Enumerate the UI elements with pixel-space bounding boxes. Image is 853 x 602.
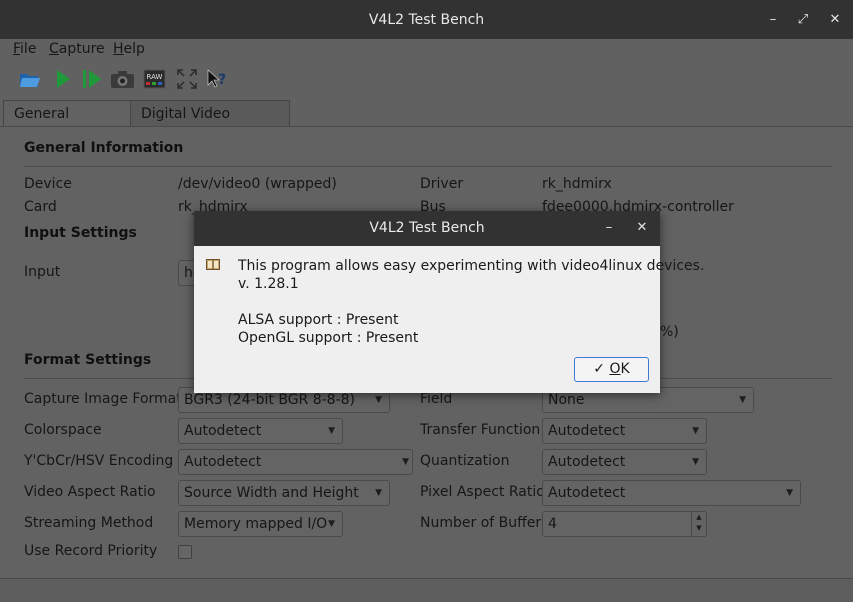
divider bbox=[24, 166, 832, 167]
toolbar: RAW ? bbox=[0, 62, 853, 96]
transfer-function-combo[interactable]: Autodetect ▼ bbox=[542, 418, 707, 444]
general-info-header: General Information bbox=[24, 140, 184, 156]
menu-capture[interactable]: Capture bbox=[49, 41, 105, 57]
chevron-down-icon: ▼ bbox=[328, 519, 335, 529]
chevron-down-icon: ▼ bbox=[692, 457, 699, 467]
record-priority-checkbox[interactable] bbox=[178, 545, 192, 559]
streaming-method-label: Streaming Method bbox=[24, 515, 154, 531]
chevron-down-icon: ▼ bbox=[375, 488, 382, 498]
tab-digital-video-controls[interactable]: Digital Video Controls bbox=[130, 100, 290, 148]
device-value: /dev/video0 (wrapped) bbox=[178, 176, 337, 192]
colorspace-label: Colorspace bbox=[24, 422, 102, 438]
about-dialog: V4L2 Test Bench – ✕ This program allows … bbox=[194, 211, 704, 393]
ok-button[interactable]: ✓ OK bbox=[574, 357, 649, 382]
pixel-aspect-label: Pixel Aspect Ratio bbox=[420, 484, 545, 500]
pixel-aspect-combo[interactable]: Autodetect ▼ bbox=[542, 480, 801, 506]
tab-general-settings[interactable]: General Settings bbox=[3, 100, 131, 148]
driver-value: rk_hdmirx bbox=[542, 176, 612, 192]
dialog-close-button[interactable]: ✕ bbox=[631, 218, 653, 238]
field-label: Field bbox=[420, 391, 453, 407]
streaming-method-combo[interactable]: Memory mapped I/O ▼ bbox=[178, 511, 343, 537]
chevron-down-icon: ▼ bbox=[692, 426, 699, 436]
dialog-alsa-support: ALSA support : Present bbox=[238, 312, 399, 328]
format-settings-header: Format Settings bbox=[24, 352, 152, 368]
menu-bar: File Capture Help bbox=[0, 39, 853, 62]
chevron-down-icon: ▼ bbox=[739, 395, 746, 405]
dialog-title-bar[interactable]: V4L2 Test Bench – ✕ bbox=[194, 211, 660, 246]
svg-text:?: ? bbox=[218, 72, 226, 88]
dialog-minimize-button[interactable]: – bbox=[598, 218, 620, 238]
checkmark-icon: ✓ bbox=[593, 361, 606, 377]
driver-label: Driver bbox=[420, 176, 464, 192]
menu-help[interactable]: Help bbox=[113, 41, 145, 57]
play-icon[interactable] bbox=[52, 67, 76, 91]
chevron-down-icon: ▼ bbox=[328, 426, 335, 436]
buffers-spinbox[interactable]: 4 ▲ ▼ bbox=[542, 511, 707, 537]
info-book-icon bbox=[206, 259, 220, 275]
ycbcr-encoding-combo[interactable]: Autodetect ▼ bbox=[178, 449, 413, 475]
dialog-title: V4L2 Test Bench bbox=[369, 220, 485, 236]
raw-icon[interactable]: RAW bbox=[143, 67, 167, 91]
quantization-label: Quantization bbox=[420, 453, 510, 469]
aspect-ratio-label: Video Aspect Ratio bbox=[24, 484, 156, 500]
card-label: Card bbox=[24, 199, 57, 215]
quantization-combo[interactable]: Autodetect ▼ bbox=[542, 449, 707, 475]
status-bar bbox=[0, 578, 853, 602]
chevron-down-icon: ▼ bbox=[402, 457, 409, 467]
dialog-description: This program allows easy experimenting w… bbox=[238, 258, 705, 274]
minimize-button[interactable]: – bbox=[762, 10, 784, 30]
title-bar[interactable]: V4L2 Test Bench – ⤢ ✕ bbox=[0, 0, 853, 39]
aspect-ratio-combo[interactable]: Source Width and Height ▼ bbox=[178, 480, 390, 506]
open-folder-icon[interactable] bbox=[18, 67, 42, 91]
whats-this-icon[interactable]: ? bbox=[205, 67, 229, 91]
step-play-icon[interactable] bbox=[80, 67, 104, 91]
window-title: V4L2 Test Bench bbox=[368, 12, 485, 28]
device-label: Device bbox=[24, 176, 72, 192]
dialog-version: v. 1.28.1 bbox=[238, 276, 299, 292]
svg-text:RAW: RAW bbox=[147, 73, 163, 81]
transfer-function-label: Transfer Function bbox=[420, 422, 541, 438]
camera-icon[interactable] bbox=[110, 67, 134, 91]
maximize-button[interactable]: ⤢ bbox=[792, 10, 814, 30]
buffers-label: Number of Buffers bbox=[420, 515, 549, 531]
input-label: Input bbox=[24, 264, 61, 280]
close-button[interactable]: ✕ bbox=[824, 10, 846, 30]
menu-file[interactable]: File bbox=[13, 41, 36, 57]
partial-percent-text: %) bbox=[660, 324, 679, 340]
chevron-down-icon: ▼ bbox=[786, 488, 793, 498]
ycbcr-encoding-label: Y'CbCr/HSV Encoding bbox=[24, 453, 174, 469]
tab-bar: General Settings Digital Video Controls bbox=[0, 96, 853, 148]
dialog-opengl-support: OpenGL support : Present bbox=[238, 330, 419, 346]
fullscreen-icon[interactable] bbox=[175, 67, 199, 91]
input-settings-header: Input Settings bbox=[24, 225, 137, 241]
record-priority-label: Use Record Priority bbox=[24, 543, 158, 559]
spin-arrows-icon[interactable]: ▲ ▼ bbox=[691, 512, 706, 536]
capture-formats-label: Capture Image Formats bbox=[24, 391, 190, 407]
colorspace-combo[interactable]: Autodetect ▼ bbox=[178, 418, 343, 444]
